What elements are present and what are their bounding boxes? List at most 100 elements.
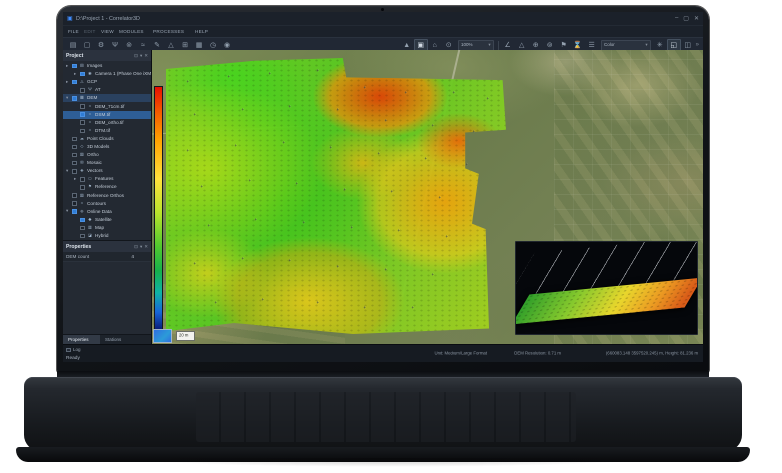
tree-item[interactable]: ▧Reference Orthos — [63, 192, 151, 200]
tree-item[interactable]: ▾▦DEM — [63, 94, 151, 102]
visibility-checkbox[interactable] — [80, 88, 85, 93]
tree-item-label: DEM — [87, 96, 97, 101]
expander-icon[interactable]: ▸ — [66, 80, 70, 85]
tree-item[interactable]: ▸▭Features — [63, 175, 151, 183]
collapse-icon[interactable]: ▾ — [140, 244, 142, 250]
visibility-checkbox[interactable] — [72, 209, 77, 214]
tree-item-label: GCP — [87, 80, 97, 85]
visibility-checkbox[interactable] — [80, 104, 85, 109]
menu-file[interactable]: FILE — [68, 29, 79, 34]
visibility-checkbox[interactable] — [80, 218, 85, 223]
expander-icon[interactable]: ▾ — [66, 209, 70, 214]
tree-item[interactable]: ▧Ortho — [63, 151, 151, 159]
menu-modules[interactable]: MODULES — [119, 29, 144, 34]
mosaic-icon: ⊞ — [79, 161, 83, 165]
toolbar-overflow-icon[interactable]: » — [696, 42, 699, 48]
tree-item[interactable]: ΨAT — [63, 86, 151, 94]
visibility-checkbox[interactable] — [72, 64, 77, 69]
map-viewport[interactable]: ++++++++++++++++++++++++++++++++++++++++… — [152, 50, 703, 345]
reference-orthos-icon: ▧ — [79, 193, 83, 197]
visibility-checkbox[interactable] — [80, 129, 85, 134]
visibility-checkbox[interactable] — [72, 153, 77, 158]
tree-item-label: Point Clouds — [87, 137, 114, 142]
tree-item[interactable]: ▾◈Vectors — [63, 167, 151, 175]
visibility-checkbox[interactable] — [80, 112, 85, 117]
window-title: D:\Project 1 - Correlator3D — [76, 16, 140, 21]
left-sidebar: Project ⊡ ▾ ✕ ▸▤Images▸◉Camera 1 (Phase … — [63, 50, 152, 345]
tree-item[interactable]: ▸△GCP — [63, 78, 151, 86]
tree-item[interactable]: ≈DEM_ortho.tif — [63, 119, 151, 127]
visibility-checkbox[interactable] — [72, 201, 77, 206]
page: ▣ D:\Project 1 - Correlator3D – ▢ ✕ FILE… — [0, 0, 782, 473]
tree-item[interactable]: ≈DSM.tif — [63, 111, 151, 119]
tree-item[interactable]: ▥Map — [63, 224, 151, 232]
tree-item-label: Vectors — [87, 169, 103, 174]
menu-processes[interactable]: PROCESSES — [153, 29, 184, 34]
zoom-level-dropdown[interactable]: 100% ▾ — [458, 40, 494, 51]
tree-item[interactable]: ≈Contours — [63, 200, 151, 208]
display-mode-dropdown[interactable]: Color ▾ — [601, 40, 651, 51]
properties-panel-header-icons: ⊡ ▾ ✕ — [134, 244, 148, 250]
map-icon: ▥ — [87, 226, 91, 230]
raster-icon: ≈ — [87, 121, 91, 125]
visibility-checkbox[interactable] — [72, 193, 77, 198]
collapse-icon[interactable]: ▾ — [140, 53, 142, 59]
log-panel-toggle[interactable]: Log — [66, 347, 83, 353]
tree-item[interactable]: ⚑ Reference — [63, 183, 151, 191]
expander-icon[interactable]: ▸ — [74, 72, 78, 77]
close-button[interactable]: ✕ — [694, 15, 699, 22]
menu-bar: FILE EDIT VIEW MODULES PROCESSES HELP — [63, 25, 703, 37]
tree-item[interactable]: ≈DEM_71cm.tif — [63, 102, 151, 110]
dock-icon[interactable]: ⊡ — [134, 244, 138, 250]
visibility-checkbox[interactable] — [80, 120, 85, 125]
visibility-checkbox[interactable] — [72, 169, 77, 174]
tree-item[interactable]: ☁Point Clouds — [63, 135, 151, 143]
titlebar: ▣ D:\Project 1 - Correlator3D – ▢ ✕ — [63, 12, 703, 25]
expander-icon[interactable]: ▸ — [74, 177, 78, 182]
visibility-checkbox[interactable] — [80, 234, 85, 239]
tree-item-label: AT — [95, 88, 101, 93]
visibility-checkbox[interactable] — [72, 145, 77, 150]
minimap-thumbnail[interactable] — [153, 329, 172, 343]
tree-item[interactable]: ◇3D Models — [63, 143, 151, 151]
visibility-checkbox[interactable] — [72, 137, 77, 142]
dem-texture — [166, 58, 506, 334]
3d-preview-inset[interactable] — [515, 241, 698, 335]
visibility-checkbox[interactable] — [80, 72, 85, 77]
minimize-button[interactable]: – — [675, 15, 678, 22]
menu-help[interactable]: HELP — [195, 29, 208, 34]
tree-item[interactable]: ◪Hybrid — [63, 232, 151, 240]
visibility-checkbox[interactable] — [80, 185, 85, 190]
visibility-checkbox[interactable] — [72, 96, 77, 101]
tree-item[interactable]: ⊞ Mosaic — [63, 159, 151, 167]
menu-edit[interactable]: EDIT — [84, 29, 96, 34]
menu-view[interactable]: VIEW — [101, 29, 114, 34]
visibility-checkbox[interactable] — [72, 80, 77, 85]
tree-item-label: Features — [95, 177, 113, 182]
tree-item[interactable]: ▾⊕Online Data — [63, 208, 151, 216]
dock-icon[interactable]: ⊡ — [134, 53, 138, 59]
close-icon[interactable]: ✕ — [144, 53, 148, 59]
visibility-checkbox[interactable] — [72, 161, 77, 166]
tree-item[interactable]: ▸▤Images — [63, 62, 151, 70]
tree-item[interactable]: ▸◉Camera 1 (Phase One iXM) — [63, 70, 151, 78]
tree-item-label: Reference — [95, 185, 117, 190]
tree-item[interactable]: ≈DTM.tif — [63, 127, 151, 135]
status-dem-resolution: DEM Resolution: 0.71 m — [514, 351, 561, 355]
expander-icon[interactable]: ▾ — [66, 169, 70, 174]
tree-item[interactable]: ◆Satellite — [63, 216, 151, 224]
expander-icon[interactable]: ▸ — [66, 64, 70, 69]
reference-icon: ⚑ — [87, 185, 91, 189]
close-icon[interactable]: ✕ — [144, 244, 148, 250]
webcam-icon — [381, 8, 384, 11]
tree-item-label: Satellite — [95, 217, 112, 222]
maximize-button[interactable]: ▢ — [683, 15, 689, 22]
log-checkbox[interactable] — [66, 348, 71, 353]
visibility-checkbox[interactable] — [80, 177, 85, 182]
tree-item-label: DTM.tif — [95, 128, 110, 133]
status-right-group: Unit: Medium/Large Format DEM Resolution… — [414, 345, 698, 362]
hybrid-icon: ◪ — [87, 234, 91, 238]
expander-icon[interactable]: ▾ — [66, 96, 70, 101]
visibility-checkbox[interactable] — [80, 226, 85, 231]
tree-item-label: Mosaic — [87, 161, 102, 166]
